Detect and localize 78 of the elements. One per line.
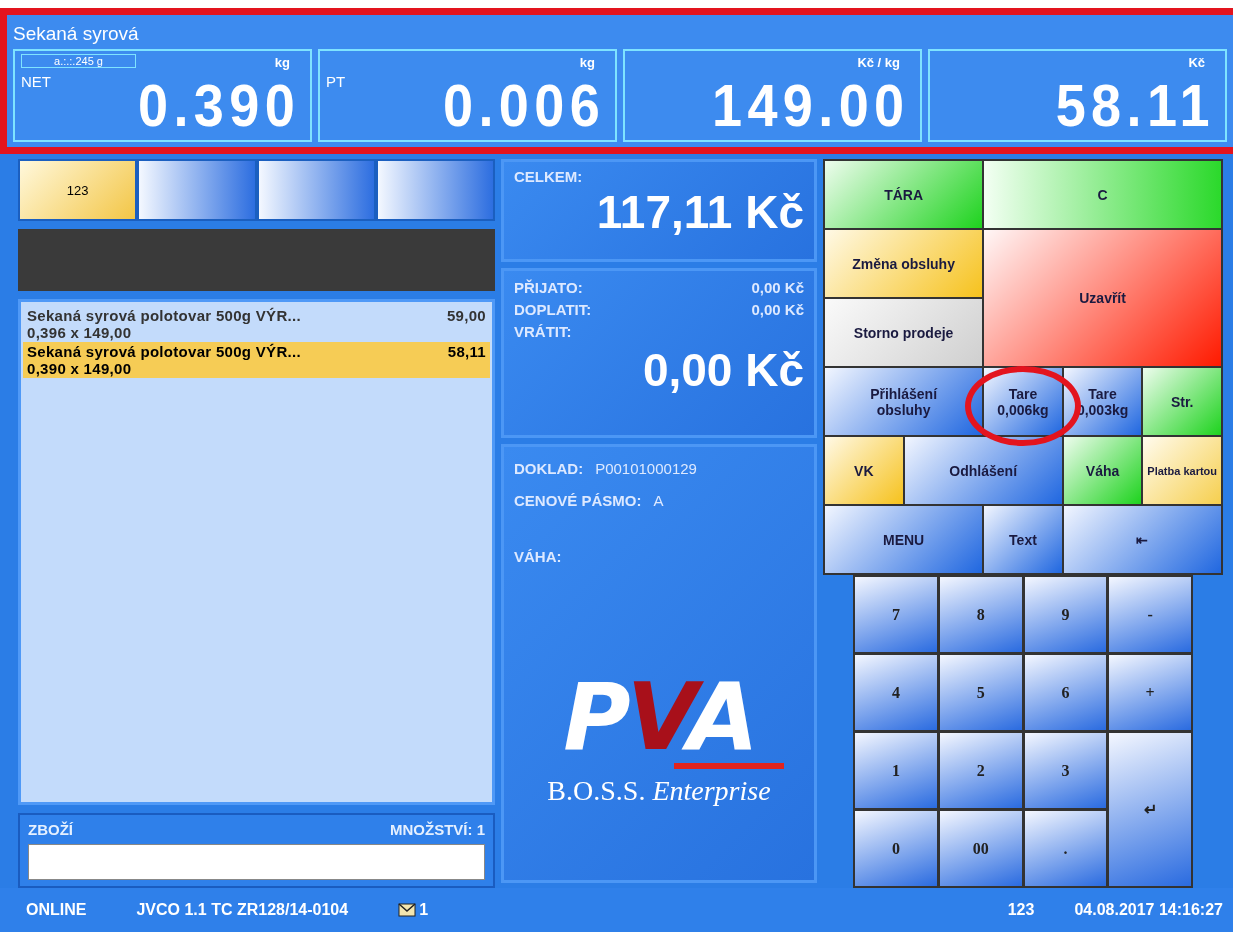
display-value: 149.00 xyxy=(712,74,910,138)
list-item[interactable]: Sekaná syrová polotovar 500g VÝR... 59,00 0,396 x 149,00 xyxy=(23,306,490,342)
message-count: 1 xyxy=(419,901,429,919)
function-button[interactable]: C xyxy=(984,161,1221,228)
function-button[interactable]: Změna obsluhy xyxy=(825,230,983,297)
function-button[interactable]: MENU xyxy=(825,506,983,573)
keypad-key[interactable]: 3 xyxy=(1024,733,1107,808)
payment-value: 0,00 Kč xyxy=(751,300,804,320)
unit-label: Kč xyxy=(1188,55,1205,70)
quantity-label: MNOŽSTVÍ: 1 xyxy=(390,821,485,838)
product-name: Sekaná syrová xyxy=(13,22,140,46)
tab[interactable]: 123 xyxy=(20,161,136,219)
function-button[interactable]: Tare 0,006kg xyxy=(984,368,1062,435)
unit-label: kg xyxy=(274,55,290,70)
tag-label: a.:.:.245 g xyxy=(21,54,136,68)
tab[interactable] xyxy=(139,161,255,219)
keypad-key[interactable]: 7 xyxy=(855,577,937,652)
keypad-key[interactable]: 5 xyxy=(939,655,1022,730)
function-button[interactable]: Str. xyxy=(1143,368,1221,435)
keypad-key[interactable]: . xyxy=(1024,811,1107,886)
status-text: ONLINE xyxy=(26,901,87,919)
device-text: JVCO 1.1 TC ZR128/14-0104 xyxy=(136,901,349,919)
display-label: PT xyxy=(326,73,346,90)
receipt-label: DOKLAD: xyxy=(514,459,584,479)
function-button[interactable]: ⇤ xyxy=(1063,506,1221,573)
logo-text: PVA xyxy=(562,673,756,763)
display-label: NET xyxy=(21,73,51,90)
keypad-key[interactable]: 4 xyxy=(855,655,937,730)
display-value: 0.390 xyxy=(137,74,300,138)
item-name: Sekaná syrová polotovar 500g VÝR... xyxy=(27,343,301,360)
display-value: 0.006 xyxy=(442,74,605,138)
payment-label: PŘIJATO: xyxy=(514,278,583,298)
keypad-key[interactable]: 2 xyxy=(939,733,1022,808)
unit-label: kg xyxy=(579,55,595,70)
keypad-key[interactable]: 6 xyxy=(1024,655,1107,730)
change-value: 0,00 Kč xyxy=(641,343,804,397)
receipt-value: P00101000129 xyxy=(595,459,697,479)
entry-label: ZBOŽÍ xyxy=(28,821,73,838)
receipt-value: A xyxy=(653,491,664,511)
tab[interactable] xyxy=(258,161,374,219)
tagline: B.O.S.S. Enterprise xyxy=(547,775,771,806)
keypad-key[interactable]: + xyxy=(1109,655,1191,730)
payment-label: VRÁTIT: xyxy=(514,322,572,342)
receipt-label: CENOVÉ PÁSMO: xyxy=(514,491,642,511)
function-button[interactable]: VK xyxy=(825,437,903,504)
payment-value: 0,00 Kč xyxy=(751,278,804,298)
total-value: 117,11 Kč xyxy=(595,185,804,239)
keypad-key[interactable]: ↵ xyxy=(1109,733,1191,886)
user-text: 123 xyxy=(1007,901,1035,919)
keypad-key[interactable]: 00 xyxy=(939,811,1022,886)
tab[interactable] xyxy=(377,161,493,219)
item-price: 59,00 xyxy=(446,307,486,324)
function-button[interactable]: Přihlášení obsluhy xyxy=(825,368,983,435)
input-field[interactable] xyxy=(28,844,485,880)
function-button[interactable]: Odhlášení xyxy=(904,437,1062,504)
keypad-key[interactable]: 8 xyxy=(939,577,1022,652)
function-button[interactable]: Storno prodeje xyxy=(825,299,983,366)
payment-label: DOPLATIT: xyxy=(514,300,592,320)
total-label: CELKEM: xyxy=(514,168,584,185)
keypad-key[interactable]: 0 xyxy=(855,811,937,886)
item-name: Sekaná syrová polotovar 500g VÝR... xyxy=(27,307,301,324)
datetime-text: 04.08.2017 14:16:27 xyxy=(1074,901,1223,919)
unit-label: Kč / kg xyxy=(857,55,900,70)
function-button[interactable]: TÁRA xyxy=(825,161,983,228)
receipt-label: VÁHA: xyxy=(514,547,562,567)
keypad-key[interactable]: 1 xyxy=(855,733,937,808)
item-quantity: 0,396 x 149,00 xyxy=(27,324,132,341)
item-quantity: 0,390 x 149,00 xyxy=(27,360,132,377)
function-button[interactable]: Uzavřít xyxy=(984,230,1221,366)
keypad-key[interactable]: 9 xyxy=(1024,577,1107,652)
function-button[interactable]: Text xyxy=(984,506,1062,573)
display-value: 58.11 xyxy=(1055,74,1215,138)
list-item[interactable]: Sekaná syrová polotovar 500g VÝR... 58,11 0,390 x 149,00 xyxy=(23,342,490,378)
item-price: 58,11 xyxy=(447,343,486,360)
function-button[interactable]: Platba kartou xyxy=(1143,437,1221,504)
keypad-key[interactable]: - xyxy=(1109,577,1191,652)
mail-icon xyxy=(398,903,417,917)
function-button[interactable]: Váha xyxy=(1063,437,1142,504)
